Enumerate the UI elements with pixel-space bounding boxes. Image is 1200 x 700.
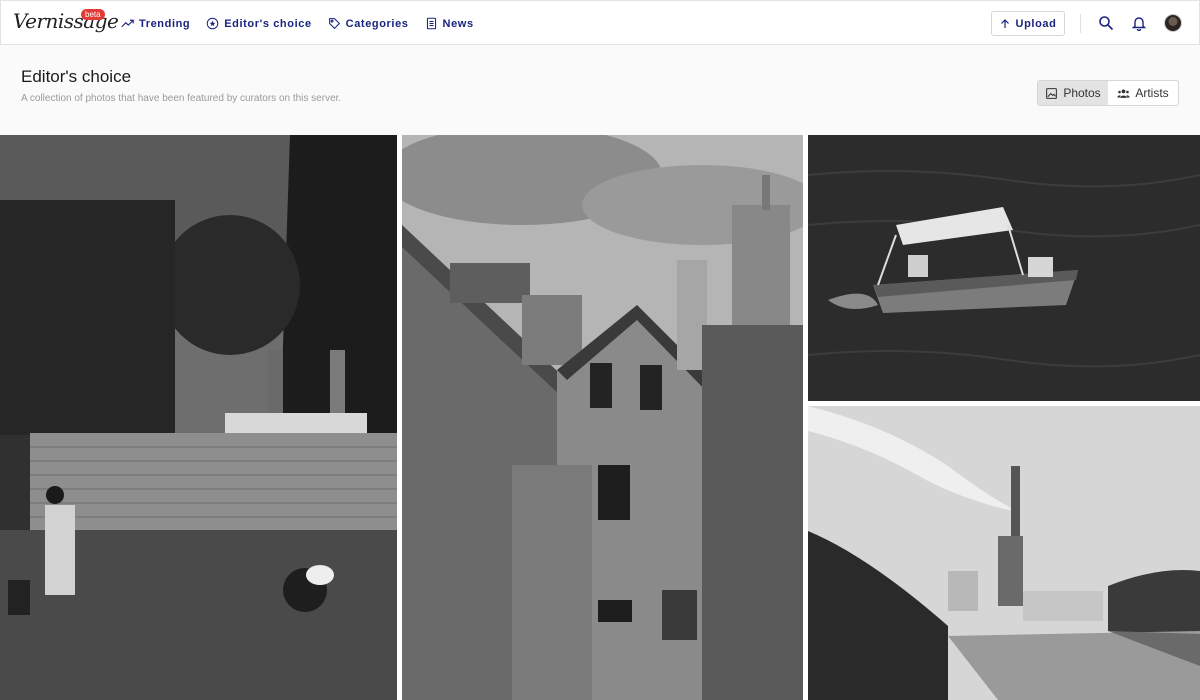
document-icon — [426, 17, 436, 30]
upload-label: Upload — [1015, 17, 1057, 30]
photo-card-river[interactable] — [808, 406, 1200, 700]
artists-toggle-label: Artists — [1135, 86, 1169, 100]
image-icon — [1046, 87, 1058, 99]
river-photo — [808, 406, 1200, 700]
nav-item-label: News — [442, 17, 474, 30]
bell-icon — [1131, 17, 1147, 31]
nav-item-news[interactable]: News — [417, 1, 482, 46]
house-photo — [402, 135, 803, 700]
nav-item-label: Editor's choice — [224, 17, 312, 30]
artists-toggle-button[interactable]: Artists — [1108, 81, 1178, 105]
user-avatar[interactable] — [1164, 14, 1182, 32]
page-title: Editor's choice — [21, 67, 132, 86]
boat-photo — [808, 135, 1200, 401]
photos-toggle-button[interactable]: Photos — [1038, 81, 1108, 105]
search-icon — [1099, 16, 1114, 31]
app-logo[interactable]: Vernissage beta — [13, 7, 119, 39]
view-toggle: Photos Artists — [1037, 80, 1179, 106]
upload-button[interactable]: Upload — [991, 11, 1065, 36]
nav-item-editors-choice[interactable]: Editor's choice — [198, 1, 319, 46]
nav-item-trending[interactable]: Trending — [121, 1, 198, 46]
photo-card-house[interactable] — [402, 135, 803, 700]
arrow-up-icon — [1000, 18, 1009, 28]
nav-item-categories[interactable]: Categories — [320, 1, 417, 46]
star-circle-icon — [206, 17, 219, 30]
photo-card-garden[interactable] — [0, 135, 397, 700]
main-nav: Trending Editor's choice Categories News — [121, 1, 482, 46]
notifications-button[interactable] — [1129, 13, 1149, 33]
nav-item-label: Trending — [139, 17, 191, 30]
page-subtitle: A collection of photos that have been fe… — [21, 93, 342, 104]
top-navigation-bar: Vernissage beta Trending Editor's choice… — [0, 0, 1200, 45]
photo-card-boat[interactable] — [808, 135, 1200, 401]
tag-icon — [328, 18, 340, 30]
photos-toggle-label: Photos — [1063, 86, 1101, 100]
search-button[interactable] — [1096, 13, 1116, 33]
beta-badge: beta — [81, 9, 105, 20]
people-icon — [1117, 88, 1130, 98]
nav-item-label: Categories — [345, 17, 409, 30]
trending-icon — [121, 19, 134, 28]
toolbar-divider — [1080, 14, 1081, 33]
garden-photo — [0, 135, 397, 700]
page-header: Editor's choice A collection of photos t… — [0, 45, 1200, 135]
